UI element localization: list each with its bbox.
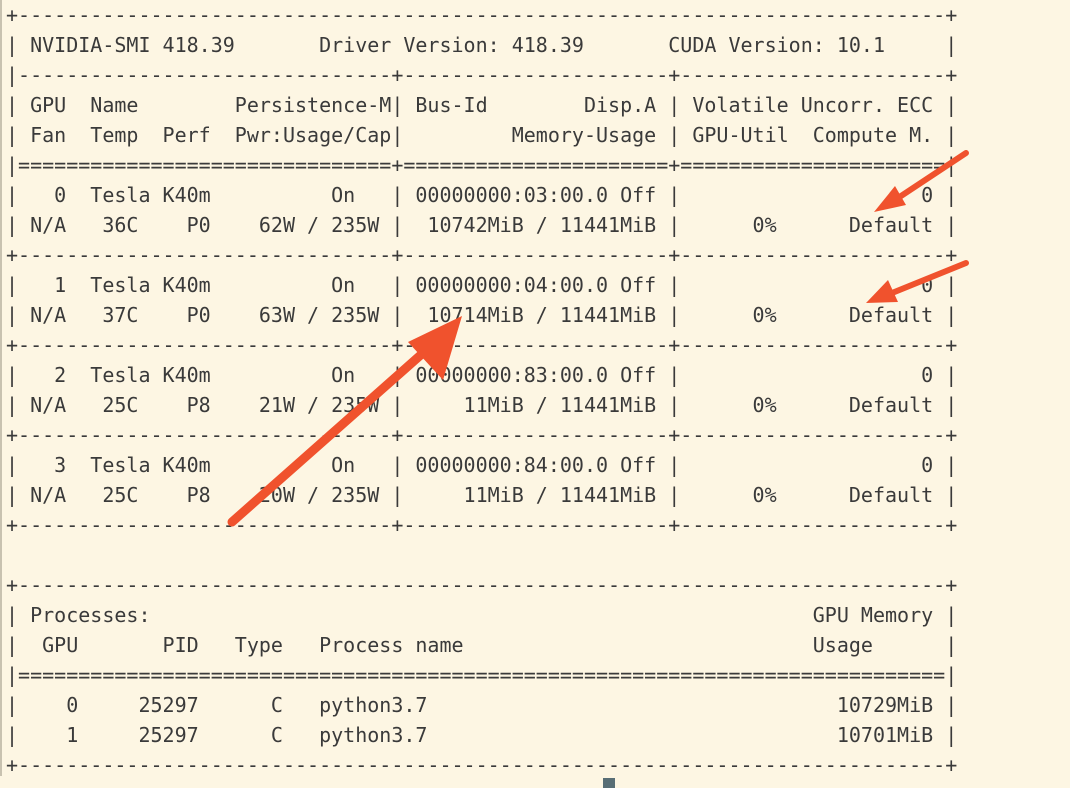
terminal-line: | 2 Tesla K40m On | 00000000:83:00.0 Off… <box>6 363 958 387</box>
terminal-line: +-------------------------------+-------… <box>6 333 958 357</box>
terminal-line: | N/A 36C P0 62W / 235W | 10742MiB / 114… <box>6 213 958 237</box>
terminal-line: |===============================+=======… <box>6 153 958 177</box>
terminal-line: +-------------------------------+-------… <box>6 513 958 537</box>
terminal-line: | 0 Tesla K40m On | 00000000:03:00.0 Off… <box>6 183 958 207</box>
terminal-line: | N/A 25C P8 21W / 235W | 11MiB / 11441M… <box>6 393 958 417</box>
terminal-output[interactable]: +---------------------------------------… <box>6 0 957 780</box>
terminal-cursor <box>603 778 615 788</box>
terminal-line: +-------------------------------+-------… <box>6 423 958 447</box>
terminal-left-edge <box>0 0 2 788</box>
terminal-line: | N/A 25C P8 20W / 235W | 11MiB / 11441M… <box>6 483 958 507</box>
terminal-line: | 3 Tesla K40m On | 00000000:84:00.0 Off… <box>6 453 958 477</box>
terminal-line: | NVIDIA-SMI 418.39 Driver Version: 418.… <box>6 33 958 57</box>
prompt-strip <box>0 776 1070 788</box>
terminal-line: +---------------------------------------… <box>6 3 958 27</box>
terminal-line: | GPU Name Persistence-M| Bus-Id Disp.A … <box>6 93 958 117</box>
terminal-line: |-------------------------------+-------… <box>6 63 958 87</box>
terminal-line: | 1 25297 C python3.7 10701MiB | <box>6 723 958 747</box>
terminal-line: | N/A 37C P0 63W / 235W | 10714MiB / 114… <box>6 303 958 327</box>
terminal-line: +-------------------------------+-------… <box>6 243 958 267</box>
terminal-line: |=======================================… <box>6 663 958 687</box>
terminal-line: | Fan Temp Perf Pwr:Usage/Cap| Memory-Us… <box>6 123 958 147</box>
terminal-line: +---------------------------------------… <box>6 573 958 597</box>
terminal-line: | 0 25297 C python3.7 10729MiB | <box>6 693 958 717</box>
terminal-line: | GPU PID Type Process name Usage | <box>6 633 958 657</box>
terminal-line: | 1 Tesla K40m On | 00000000:04:00.0 Off… <box>6 273 958 297</box>
terminal-line: | Processes: GPU Memory | <box>6 603 958 627</box>
